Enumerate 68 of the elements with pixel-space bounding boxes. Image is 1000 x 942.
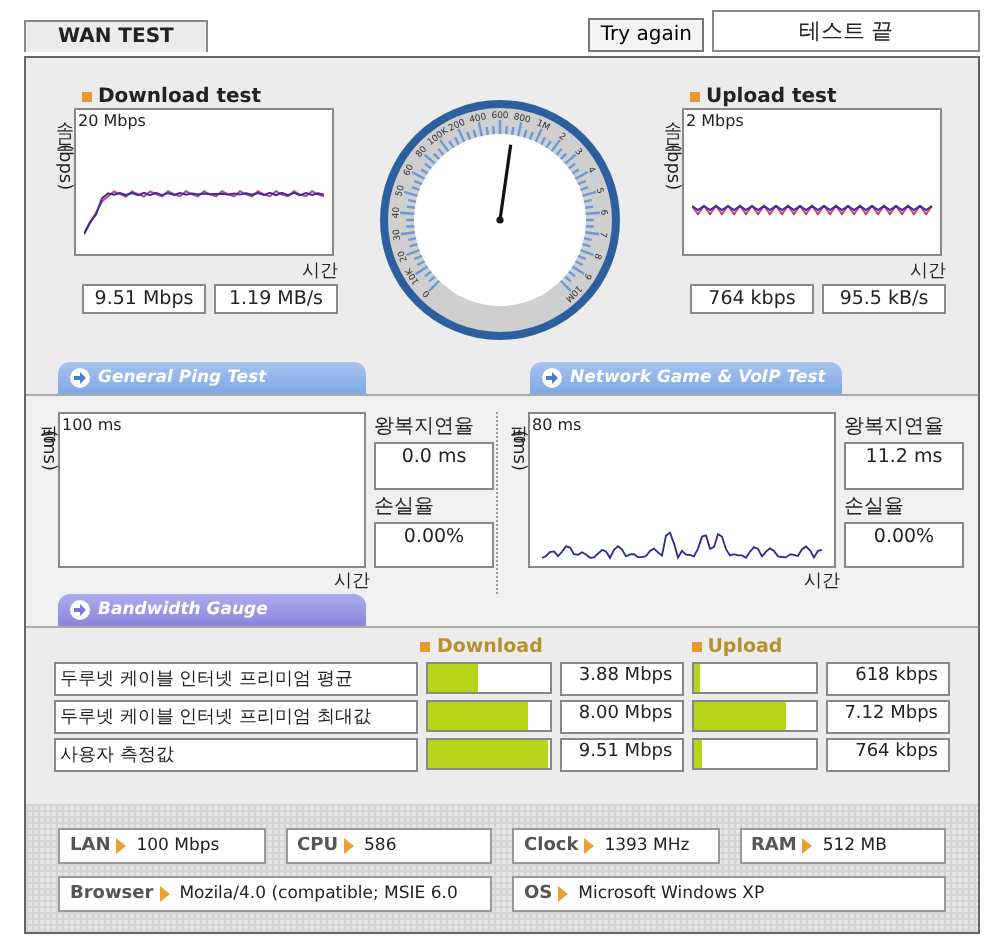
row-label: 두루넷 케이블 인터넷 프리미엄 평균 (54, 662, 419, 696)
info-value: Microsoft Windows XP (578, 884, 765, 904)
time-label: 시간 (300, 260, 338, 284)
speed-value: 95.5 kB/s (822, 284, 946, 314)
loss-value: 0.00% (844, 521, 964, 568)
bandwidth-value: 618 kbps (825, 662, 950, 696)
bullet-icon (690, 92, 700, 102)
arrow-icon (70, 368, 90, 388)
latency-label: 왕복지연율 (844, 414, 946, 440)
info-label: LAN (70, 836, 111, 856)
scale-label: 80 ms (532, 416, 582, 434)
bandwidth-value: 9.51 Mbps (560, 738, 685, 772)
scale-label: 2 Mbps (686, 112, 744, 130)
try-again-button[interactable]: Try again (588, 18, 704, 52)
chart-title: Download test (98, 86, 262, 108)
triangle-icon (344, 838, 355, 854)
scale-label: 100 ms (62, 416, 122, 434)
loss-label: 손실율 (844, 493, 906, 519)
wan-test-tab[interactable]: WAN TEST (24, 20, 208, 52)
info-value: 100 Mbps (136, 836, 220, 856)
axis-label: 속도(bps) (54, 108, 72, 195)
speed-value: 764 kbps (690, 284, 814, 314)
chart-title: Upload test (706, 86, 837, 108)
status-field: 테스트 끝 (712, 10, 980, 52)
speed-value: 1.19 MB/s (214, 284, 338, 314)
triangle-icon (584, 838, 595, 854)
row-label: 두루넷 케이블 인터넷 프리미엄 최대값 (54, 700, 419, 734)
arrow-icon (70, 600, 90, 620)
info-label: RAM (751, 836, 797, 856)
bullet-icon (420, 642, 431, 652)
arrow-icon (542, 368, 562, 388)
time-label: 시간 (908, 260, 946, 284)
latency-label: 왕복지연율 (374, 414, 476, 440)
loss-label: 손실율 (374, 493, 436, 519)
column-header: Upload (707, 636, 783, 658)
bandwidth-value: 764 kbps (825, 738, 950, 772)
scale-label: 20 Mbps (78, 112, 146, 130)
latency-value: 11.2 ms (844, 442, 964, 489)
latency-value: 0.0 ms (374, 442, 494, 489)
bandwidth-value: 8.00 Mbps (560, 700, 685, 734)
triangle-icon (802, 838, 813, 854)
info-label: Browser (70, 884, 154, 904)
info-value: Mozila/4.0 (compatible; MSIE 6.0 (179, 884, 458, 904)
bullet-icon (82, 92, 92, 102)
info-value: 1393 MHz (604, 836, 690, 856)
axis-label: 핑(ms) (38, 412, 56, 475)
info-label: OS (524, 884, 553, 904)
row-label: 사용자 측정값 (54, 738, 419, 772)
info-value: 512 MB (822, 836, 887, 856)
bullet-icon (691, 642, 702, 652)
speed-value: 9.51 Mbps (82, 284, 206, 314)
loss-value: 0.00% (374, 521, 494, 568)
column-header: Download (436, 636, 543, 658)
axis-label: 속도(bps) (662, 108, 680, 195)
triangle-icon (116, 838, 127, 854)
section-tab[interactable]: General Ping Test (58, 362, 366, 394)
info-label: CPU (297, 836, 339, 856)
time-label: 시간 (802, 570, 840, 594)
bandwidth-value: 3.88 Mbps (560, 662, 685, 696)
info-label: Clock (524, 836, 579, 856)
time-label: 시간 (332, 570, 370, 594)
section-tab[interactable]: Network Game & VoIP Test (530, 362, 842, 394)
bandwidth-value: 7.12 Mbps (825, 700, 950, 734)
section-tab[interactable]: Bandwidth Gauge (58, 594, 366, 626)
info-value: 586 (364, 836, 397, 856)
axis-label: 핑(ms) (508, 412, 526, 475)
triangle-icon (159, 886, 170, 902)
triangle-icon (558, 886, 569, 902)
